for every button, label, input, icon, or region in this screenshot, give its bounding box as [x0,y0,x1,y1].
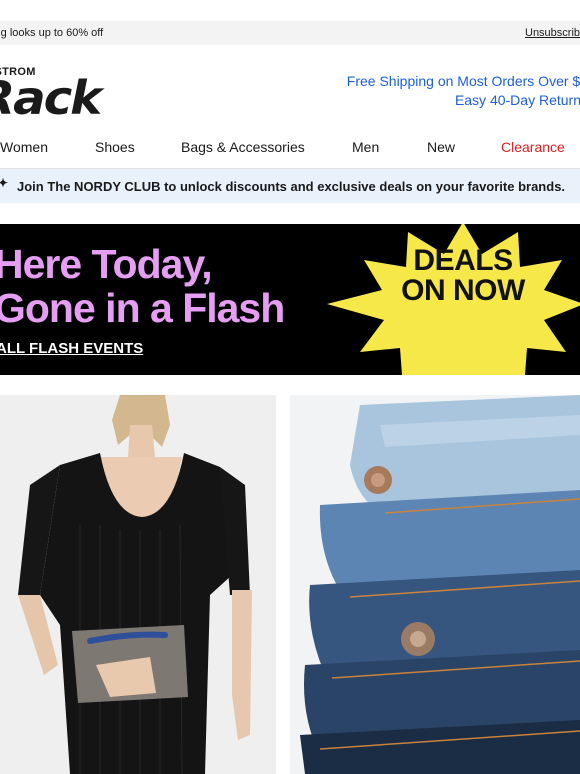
deals-on-now-text: DEALS ON NOW [383,246,543,306]
preheader-bar: ding looks up to 60% off Unsubscrib [0,21,580,45]
product-image-dress-clutch[interactable] [0,395,276,774]
nav-item-men[interactable]: Men [352,139,379,155]
product-image-denim-stack[interactable] [290,395,580,774]
jeans-image [290,395,580,774]
easy-returns-link[interactable]: Easy 40-Day Returns [347,91,580,110]
woman-dress-image [0,395,276,774]
flash-events-banner[interactable]: Here Today, Gone in a Flash ALL FLASH EV… [0,224,580,375]
all-flash-events-link[interactable]: ALL FLASH EVENTS [0,340,143,357]
banner-headline-line2: Gone in a Flash [0,285,285,331]
nav-item-bags-accessories[interactable]: Bags & Accessories [181,139,305,155]
preheader-text: ding looks up to 60% off [0,27,104,39]
main-nav: Women Shoes Bags & Accessories Men New C… [0,137,580,157]
nordy-club-text: Join The NORDY CLUB to unlock discounts … [17,179,566,194]
burst-line2: ON NOW [401,274,525,307]
burst-line1: DEALS [413,244,513,277]
sparkle-icon: ✦ [0,176,9,190]
nordstrom-rack-logo[interactable]: RDSTROM Rack [0,64,123,125]
nav-item-clearance[interactable]: Clearance [501,139,565,155]
logo-rack-text: Rack [0,71,102,125]
unsubscribe-link[interactable]: Unsubscrib [525,27,580,39]
nordy-club-bar[interactable]: ✦ Join The NORDY CLUB to unlock discount… [0,169,580,203]
nav-item-shoes[interactable]: Shoes [95,139,135,155]
free-shipping-link[interactable]: Free Shipping on Most Orders Over $8 [347,72,580,91]
banner-headline-line1: Here Today, [0,241,213,287]
banner-headline: Here Today, Gone in a Flash [0,241,285,331]
nav-item-women[interactable]: Women [0,139,48,155]
nav-item-new[interactable]: New [427,139,455,155]
shipping-info: Free Shipping on Most Orders Over $8 Eas… [347,72,580,110]
